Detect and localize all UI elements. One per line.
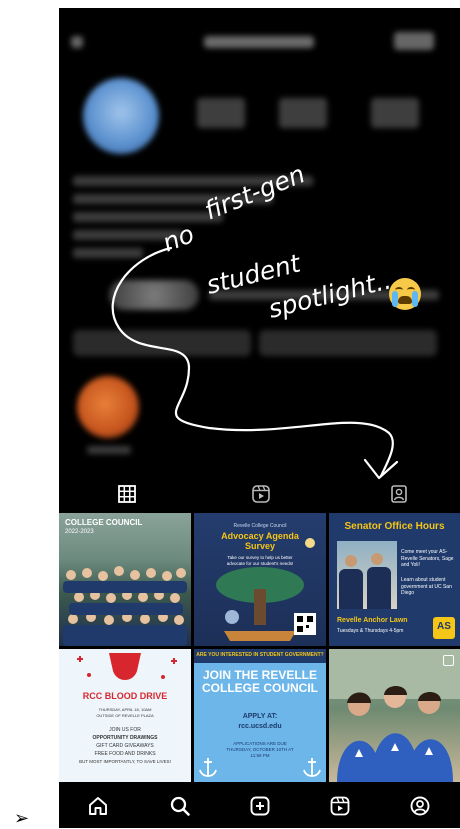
- group-people-illustration: [63, 566, 187, 646]
- post-join-rcc[interactable]: ARE YOU INTERESTED IN STUDENT GOVERNMENT…: [194, 649, 326, 782]
- post-body: Come meet your AS-Revelle Senators, Sage…: [401, 549, 454, 568]
- students-illustration: [329, 649, 460, 782]
- post-title: RCC BLOOD DRIVE: [82, 691, 168, 701]
- post-url: rcc.ucsd.edu: [238, 723, 282, 730]
- search-icon: [170, 796, 190, 816]
- post-students-photo[interactable]: [329, 649, 460, 782]
- handwritten-annotation: no first-gen student spotlight...: [111, 159, 402, 480]
- grid-icon: [118, 485, 136, 503]
- tree-illustration: [216, 538, 316, 641]
- reels-nav-icon: [330, 796, 350, 816]
- post-header: ARE YOU INTERESTED IN STUDENT GOVERNMENT…: [196, 652, 324, 658]
- as-badge: AS: [433, 617, 455, 639]
- post-line: BUT MOST IMPORTANTLY, TO SAVE LIVES!: [79, 759, 171, 764]
- anchor-icon: [199, 758, 321, 777]
- create-icon: [250, 796, 270, 816]
- loudly-crying-face-icon: [389, 278, 421, 310]
- bottom-navigation: [59, 783, 460, 828]
- tab-posts[interactable]: [115, 482, 139, 506]
- pointer-arrow-icon: ➢: [14, 808, 30, 828]
- nav-profile[interactable]: [407, 793, 433, 819]
- post-senator-office-hours[interactable]: Senator Office Hours Come meet your AS-R…: [329, 513, 460, 646]
- home-icon: [89, 797, 107, 815]
- nav-reels[interactable]: [327, 793, 353, 819]
- nav-create[interactable]: [247, 793, 273, 819]
- post-line: GIFT CARD GIVEAWAYS: [96, 743, 154, 749]
- profile-tab-bar: [59, 476, 460, 514]
- nav-home[interactable]: [85, 793, 111, 819]
- reels-icon: [252, 485, 270, 503]
- senators-photo: [337, 541, 397, 609]
- post-line: OUTSIDE OF REVELLE PLAZA: [96, 713, 154, 718]
- post-line: OPPORTUNITY DRAWINGS: [92, 735, 158, 741]
- post-title: JOIN THE REVELLE COLLEGE COUNCIL: [202, 668, 318, 695]
- nav-search[interactable]: [167, 793, 193, 819]
- post-footer: Revelle Anchor Lawn: [337, 617, 408, 624]
- post-group-photo[interactable]: COLLEGE COUNCIL 2022-2023: [59, 513, 191, 646]
- post-blood-drive[interactable]: RCC BLOOD DRIVE THURSDAY, APRIL 18, 10AM…: [59, 649, 191, 782]
- annotation-word-first-gen: first-gen: [200, 159, 309, 225]
- phone-screen: no first-gen student spotlight... COLLEG…: [59, 8, 460, 828]
- carousel-icon: [443, 655, 454, 666]
- tab-reels[interactable]: [249, 482, 273, 506]
- post-footer: Tuesdays & Thursdays 4-5pm: [337, 628, 404, 634]
- tagged-icon: [391, 485, 407, 503]
- profile-icon: [410, 796, 430, 816]
- post-line: JOIN US FOR: [109, 727, 141, 733]
- post-advocacy-survey[interactable]: Revelle College Council Advocacy Agenda …: [194, 513, 326, 646]
- post-line: FREE FOOD AND DRINKS: [94, 751, 156, 757]
- post-apply-label: APPLY AT:: [242, 713, 278, 720]
- annotation-word-no: no: [158, 219, 198, 258]
- post-body: Learn about student government at UC San…: [401, 577, 452, 596]
- tab-tagged[interactable]: [387, 482, 411, 506]
- blood-drive-illustration: [77, 653, 177, 680]
- post-line: THURSDAY, APRIL 18, 10AM: [98, 707, 152, 712]
- post-title: Senator Office Hours: [344, 521, 445, 532]
- posts-grid: COLLEGE COUNCIL 2022-2023 Revelle Colleg…: [59, 513, 460, 783]
